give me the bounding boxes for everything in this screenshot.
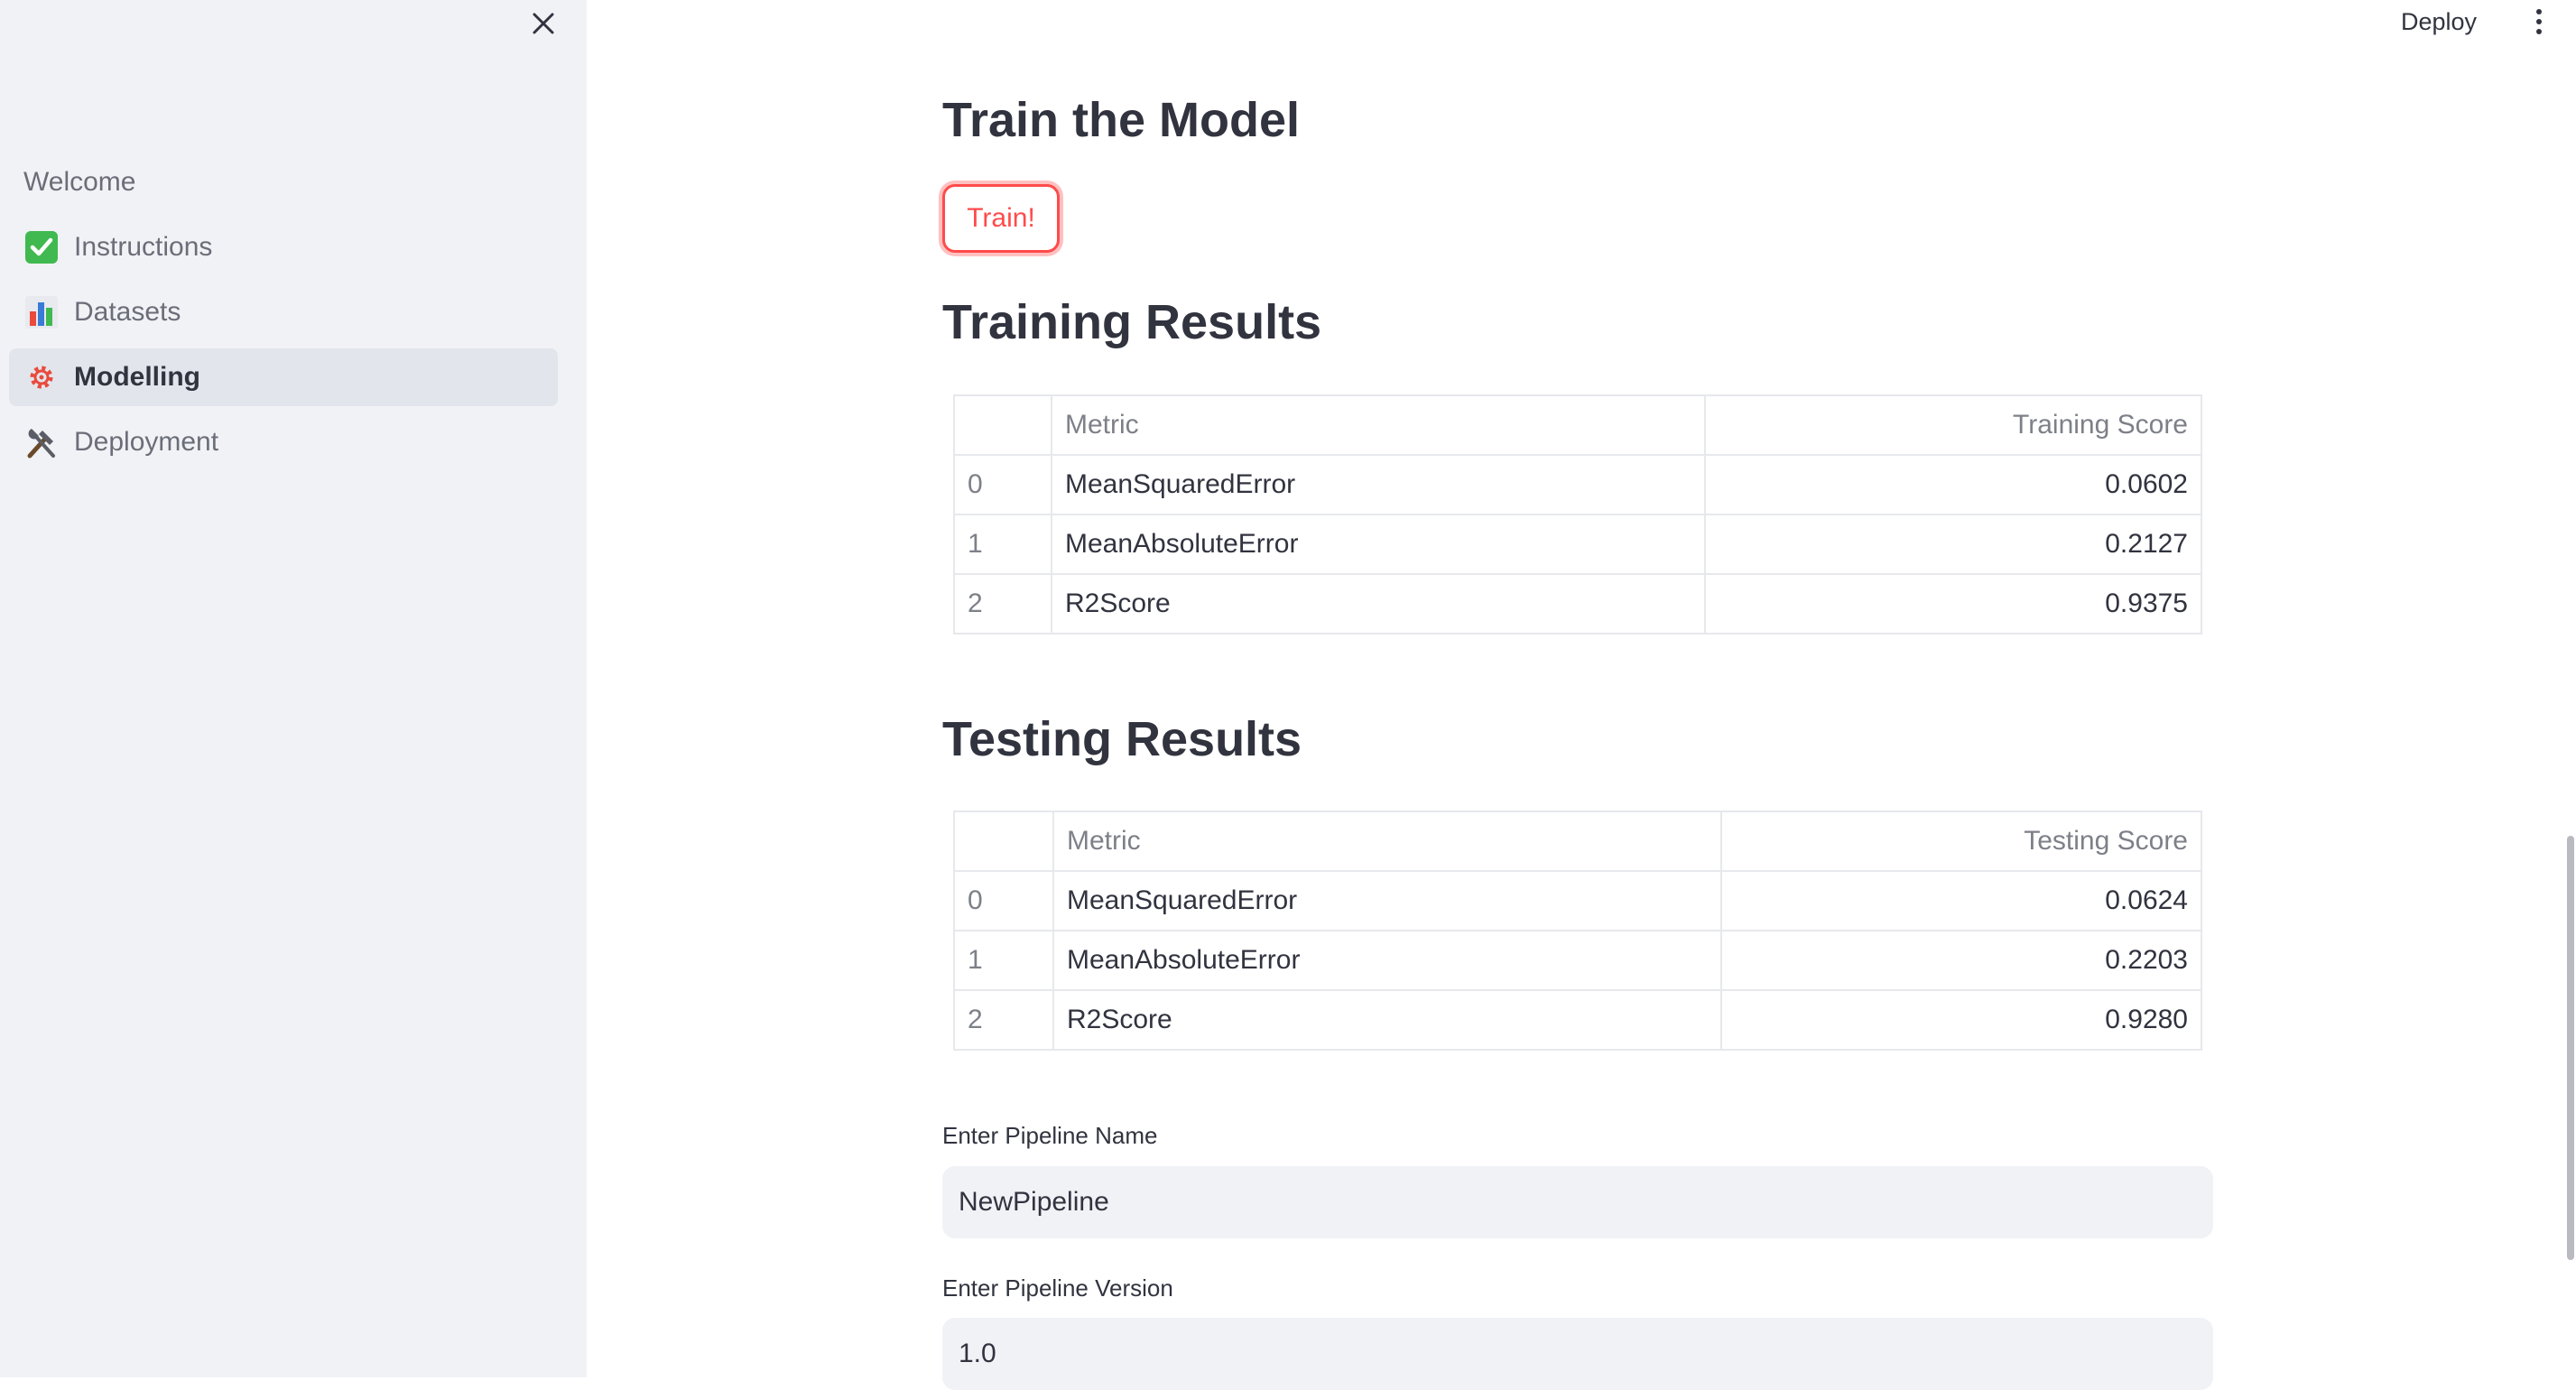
pipeline-name-input[interactable]	[942, 1166, 2213, 1238]
table-header-metric: Metric	[1052, 811, 1722, 872]
row-index: 0	[953, 870, 1054, 931]
table-row: 0 MeanSquaredError 0.0624	[953, 870, 2202, 931]
sidebar-item-instructions[interactable]: Instructions	[9, 218, 558, 276]
sidebar-item-label: Modelling	[74, 362, 200, 392]
train-button[interactable]: Train!	[942, 184, 1060, 253]
train-title: Train the Model	[942, 93, 1301, 147]
sidebar-item-modelling[interactable]: Modelling	[9, 348, 558, 406]
score-cell: 0.9375	[1704, 573, 2202, 635]
score-cell: 0.2127	[1704, 514, 2202, 575]
row-index: 1	[953, 930, 1054, 991]
table-row: 1 MeanAbsoluteError 0.2127	[953, 514, 2202, 575]
table-header-row: Metric Training Score	[953, 394, 2202, 456]
kebab-dot-icon	[2536, 9, 2542, 14]
check-mark-icon	[23, 229, 60, 265]
table-row: 2 R2Score 0.9280	[953, 989, 2202, 1051]
bar-chart-icon	[23, 294, 60, 330]
metric-cell: MeanAbsoluteError	[1052, 930, 1722, 991]
training-results-title: Training Results	[942, 295, 1322, 349]
score-cell: 0.0602	[1704, 454, 2202, 515]
metric-cell: R2Score	[1051, 573, 1706, 635]
sidebar-item-datasets[interactable]: Datasets	[9, 283, 558, 341]
score-cell: 0.0624	[1720, 870, 2202, 931]
sidebar-item-deployment[interactable]: Deployment	[9, 413, 558, 471]
tools-icon	[23, 424, 60, 460]
kebab-dot-icon	[2536, 19, 2542, 24]
row-index: 1	[953, 514, 1052, 575]
metric-cell: MeanSquaredError	[1052, 870, 1722, 931]
metric-cell: MeanAbsoluteError	[1051, 514, 1706, 575]
table-row: 2 R2Score 0.9375	[953, 573, 2202, 635]
table-header-metric: Metric	[1051, 394, 1706, 456]
main-menu-button[interactable]	[2525, 4, 2553, 40]
training-results-table: Metric Training Score 0 MeanSquaredError…	[953, 394, 2202, 635]
metric-cell: R2Score	[1052, 989, 1722, 1051]
table-row: 1 MeanAbsoluteError 0.2203	[953, 930, 2202, 991]
gear-icon	[23, 359, 60, 395]
table-header-index	[953, 811, 1054, 872]
deploy-button[interactable]: Deploy	[2401, 4, 2477, 40]
table-header-score: Testing Score	[1720, 811, 2202, 872]
pipeline-name-label: Enter Pipeline Name	[942, 1122, 1158, 1149]
scrollbar[interactable]	[2567, 836, 2574, 1260]
testing-results-table: Metric Testing Score 0 MeanSquaredError …	[953, 811, 2202, 1051]
deploy-label: Deploy	[2401, 7, 2478, 35]
sidebar-item-label: Datasets	[74, 297, 181, 327]
kebab-dot-icon	[2536, 29, 2542, 34]
sidebar-item-welcome[interactable]: Welcome	[9, 153, 558, 211]
row-index: 0	[953, 454, 1052, 515]
table-header-index	[953, 394, 1052, 456]
row-index: 2	[953, 989, 1054, 1051]
sidebar: Welcome Instructions Datasets Modelling …	[0, 0, 587, 1377]
sidebar-nav: Welcome Instructions Datasets Modelling …	[9, 153, 558, 478]
score-cell: 0.9280	[1720, 989, 2202, 1051]
table-header-row: Metric Testing Score	[953, 811, 2202, 872]
row-index: 2	[953, 573, 1052, 635]
pipeline-version-input[interactable]	[942, 1318, 2213, 1390]
table-header-score: Training Score	[1704, 394, 2202, 456]
sidebar-item-label: Welcome	[23, 167, 136, 197]
pipeline-version-label: Enter Pipeline Version	[942, 1274, 1173, 1302]
score-cell: 0.2203	[1720, 930, 2202, 991]
sidebar-item-label: Deployment	[74, 427, 219, 457]
sidebar-item-label: Instructions	[74, 232, 213, 262]
testing-results-title: Testing Results	[942, 712, 1302, 766]
table-row: 0 MeanSquaredError 0.0602	[953, 454, 2202, 515]
metric-cell: MeanSquaredError	[1051, 454, 1706, 515]
close-sidebar-button[interactable]	[525, 5, 561, 42]
close-icon	[533, 13, 554, 34]
